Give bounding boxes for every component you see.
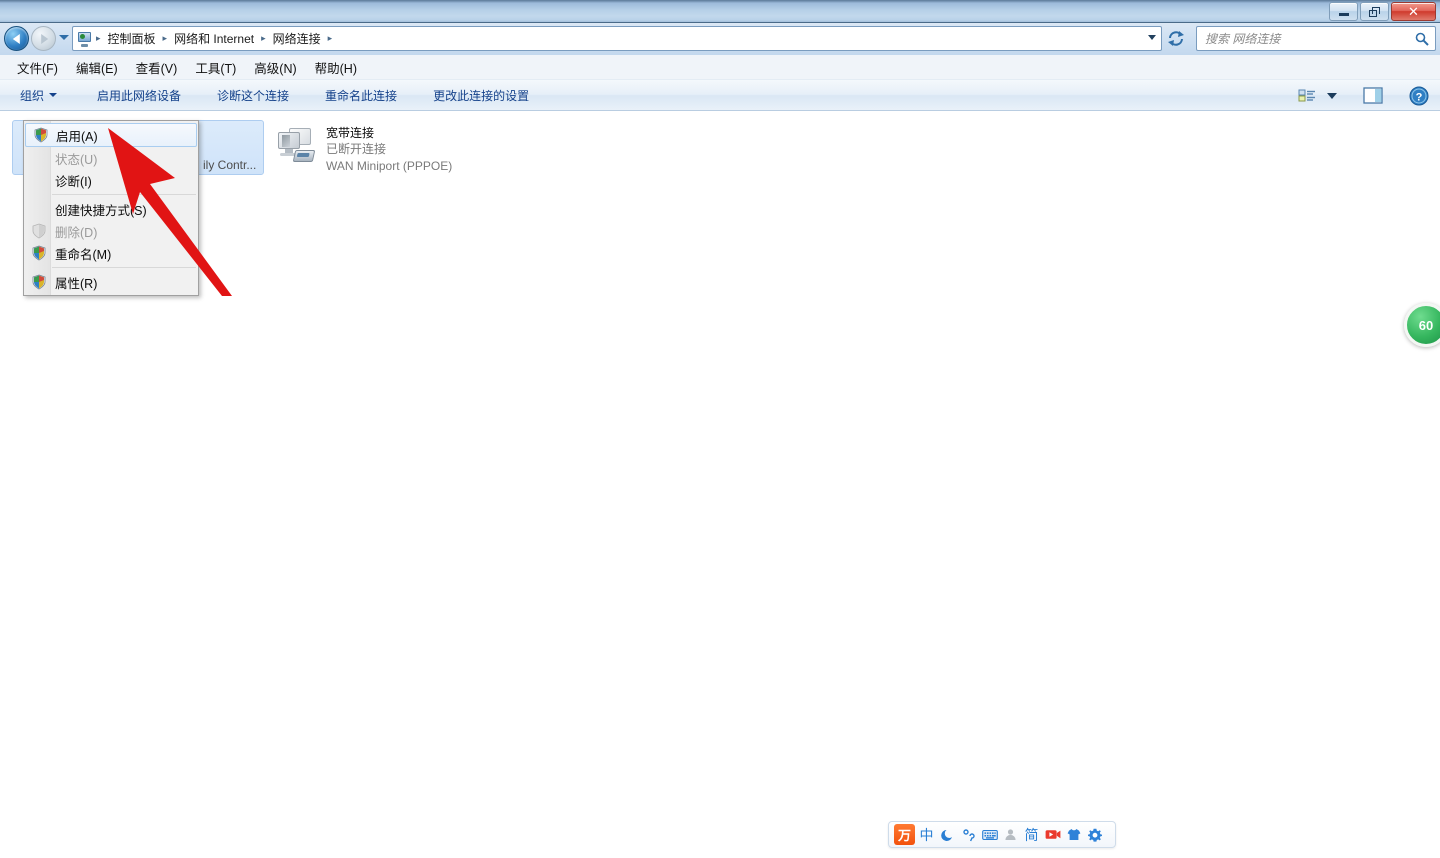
organize-button[interactable]: 组织 <box>8 82 69 109</box>
control-panel-icon <box>76 31 93 47</box>
breadcrumb-separator[interactable]: ▸ <box>161 33 170 44</box>
menu-help[interactable]: 帮助(H) <box>306 55 366 80</box>
context-menu-label: 重命名(M) <box>55 247 112 262</box>
preview-pane-icon[interactable] <box>1360 84 1386 108</box>
restore-button[interactable] <box>1360 2 1389 21</box>
ime-chinese-mode[interactable]: 中 <box>917 824 936 845</box>
context-menu: 启用(A) 状态(U) 诊断(I) 创建快捷方式(S) 删除(D) 重命名(M)… <box>23 120 199 296</box>
context-menu-item-create-shortcut[interactable]: 创建快捷方式(S) <box>24 198 198 220</box>
connection-device: ily Contr... <box>203 158 257 172</box>
context-menu-item-properties[interactable]: 属性(R) <box>24 271 198 293</box>
ime-simplified-icon[interactable]: 简 <box>1022 824 1041 845</box>
menu-advanced[interactable]: 高级(N) <box>245 55 305 80</box>
minimize-button[interactable] <box>1329 2 1358 21</box>
ime-toolbar: 万 中 简 <box>888 821 1116 848</box>
context-menu-label: 创建快捷方式(S) <box>55 203 147 218</box>
help-icon[interactable]: ? <box>1406 84 1432 108</box>
ime-video-icon[interactable] <box>1043 824 1062 845</box>
refresh-button[interactable] <box>1166 29 1186 48</box>
address-bar-row: ▸ 控制面板 ▸ 网络和 Internet ▸ 网络连接 ▸ 搜索 网络连接 <box>0 23 1440 55</box>
breadcrumb-separator[interactable]: ▸ <box>326 33 335 44</box>
context-menu-label: 删除(D) <box>55 225 98 240</box>
context-menu-separator <box>52 267 196 268</box>
view-layout-icon[interactable] <box>1294 84 1320 108</box>
back-arrow-icon <box>12 33 20 44</box>
context-menu-item-delete: 删除(D) <box>24 220 198 242</box>
context-menu-separator <box>52 194 196 195</box>
diagnose-connection-button[interactable]: 诊断这个连接 <box>205 82 301 109</box>
uac-shield-icon <box>32 274 46 290</box>
svg-text:?: ? <box>1416 91 1423 103</box>
breadcrumb-item-network-connections[interactable]: 网络连接 <box>268 28 326 49</box>
connection-status: 已断开连接 <box>326 142 387 156</box>
change-settings-button[interactable]: 更改此连接的设置 <box>421 82 541 109</box>
list-item[interactable]: 宽带连接 已断开连接 WAN Miniport (PPPOE) <box>272 120 502 175</box>
forward-button[interactable] <box>31 26 56 51</box>
enable-device-button[interactable]: 启用此网络设备 <box>85 82 193 109</box>
menu-tools[interactable]: 工具(T) <box>186 55 245 80</box>
breadcrumb-item-network-internet[interactable]: 网络和 Internet <box>169 28 259 49</box>
ime-logo[interactable]: 万 <box>894 824 915 845</box>
uac-shield-icon <box>32 245 46 261</box>
rename-connection-button[interactable]: 重命名此连接 <box>313 82 409 109</box>
uac-shield-disabled-icon <box>32 223 46 239</box>
context-menu-item-diagnose[interactable]: 诊断(I) <box>24 169 198 191</box>
context-menu-label: 启用(A) <box>56 129 98 144</box>
breadcrumb-separator[interactable]: ▸ <box>259 33 268 44</box>
minimize-icon <box>1338 12 1349 16</box>
context-menu-item-status: 状态(U) <box>24 147 198 169</box>
forward-arrow-icon <box>40 33 48 44</box>
context-menu-item-rename[interactable]: 重命名(M) <box>24 242 198 264</box>
uac-shield-icon <box>34 127 48 143</box>
breadcrumb[interactable]: ▸ 控制面板 ▸ 网络和 Internet ▸ 网络连接 ▸ <box>72 26 1162 51</box>
ime-moon-icon[interactable] <box>938 824 957 845</box>
menu-view[interactable]: 查看(V) <box>127 55 187 80</box>
close-button[interactable]: ✕ <box>1391 2 1436 21</box>
ime-settings-icon[interactable] <box>1085 824 1104 845</box>
breadcrumb-separator[interactable]: ▸ <box>94 33 103 44</box>
context-menu-item-enable[interactable]: 启用(A) <box>25 123 197 147</box>
organize-label: 组织 <box>20 88 45 103</box>
chevron-down-icon <box>49 93 58 97</box>
menu-edit[interactable]: 编辑(E) <box>67 55 127 80</box>
menu-bar: 文件(F) 编辑(E) 查看(V) 工具(T) 高级(N) 帮助(H) <box>0 55 1440 80</box>
ime-keyboard-icon[interactable] <box>980 824 999 845</box>
status-badge[interactable]: 60 <box>1404 303 1440 347</box>
command-toolbar: 组织 启用此网络设备 诊断这个连接 重命名此连接 更改此连接的设置 ? <box>0 80 1440 111</box>
toolbar-right-icons: ? <box>1294 80 1432 111</box>
refresh-icon <box>1168 31 1184 46</box>
ime-punctuation-icon[interactable] <box>959 824 978 845</box>
context-menu-label: 诊断(I) <box>55 174 92 189</box>
network-computer-icon <box>276 126 316 166</box>
address-dropdown-icon[interactable] <box>1148 35 1156 40</box>
ime-skin-icon[interactable] <box>1064 824 1083 845</box>
context-menu-label: 状态(U) <box>55 152 98 167</box>
restore-icon <box>1369 6 1380 17</box>
context-menu-label: 属性(R) <box>55 276 98 291</box>
view-dropdown-icon[interactable] <box>1324 84 1340 108</box>
close-icon: ✕ <box>1408 4 1419 19</box>
window-controls: ✕ <box>1329 2 1436 21</box>
menu-file[interactable]: 文件(F) <box>8 55 67 80</box>
search-input[interactable]: 搜索 网络连接 <box>1197 30 1409 47</box>
search-box[interactable]: 搜索 网络连接 <box>1196 26 1436 51</box>
connection-device: WAN Miniport (PPPOE) <box>326 159 453 173</box>
ime-user-icon[interactable] <box>1001 824 1020 845</box>
history-dropdown-icon[interactable] <box>59 35 69 40</box>
explorer-window: ✕ ▸ 控制面板 ▸ 网络和 Internet ▸ 网络连接 ▸ 搜索 网络连接… <box>0 0 1440 858</box>
connections-list: ily Contr... 宽带连接 已断开连接 WAN Miniport (PP… <box>0 111 1440 858</box>
breadcrumb-item-control-panel[interactable]: 控制面板 <box>103 28 161 49</box>
search-icon <box>1409 32 1435 46</box>
title-bar: ✕ <box>0 0 1440 23</box>
connection-name: 宽带连接 <box>326 126 375 140</box>
back-button[interactable] <box>4 26 29 51</box>
